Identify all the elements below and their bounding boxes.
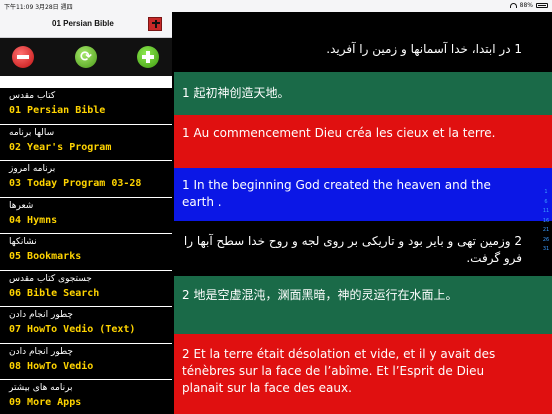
verse-text: 1 起初神创造天地。: [182, 86, 290, 100]
verse-row[interactable]: 1 起初神创造天地。: [174, 72, 552, 115]
sidebar-item-label: 05 Bookmarks: [9, 251, 82, 262]
index-entry[interactable]: 1: [540, 188, 552, 198]
sidebar-item-howto-text[interactable]: چطور انجام دادن 07 HowTo Vedio (Text): [0, 307, 172, 344]
nav-title: 01 Persian Bible: [52, 19, 114, 28]
nav-header: 01 Persian Bible: [0, 12, 172, 38]
battery-icon: [536, 3, 548, 8]
sidebar-item-label: 09 More Apps: [9, 397, 82, 408]
sidebar-item-bible-search[interactable]: جستجوی کتاب مقدس 06 Bible Search: [0, 270, 172, 307]
status-time-date: 下午11:09 3月28日 週四: [4, 2, 73, 11]
sidebar-item-label-fa: برنامه امروز: [9, 164, 56, 174]
zoom-in-button[interactable]: [137, 46, 159, 68]
sidebar-item-years-program[interactable]: سالها برنامه 02 Year's Program: [0, 124, 172, 161]
status-time: 下午11:09: [4, 4, 34, 11]
sidebar-item-persian-bible[interactable]: کتاب مقدس 01 Persian Bible: [0, 88, 172, 125]
verse-text: 2 وزمین تهی و بایر بود و تاریکی بر روی ل…: [183, 234, 522, 265]
index-entry[interactable]: 6: [540, 198, 552, 208]
sidebar-item-today-program[interactable]: برنامه امروز 03 Today Program 03-28: [0, 161, 172, 198]
sidebar-item-label: 03 Today Program 03-28: [9, 178, 142, 189]
sidebar-item-more-apps[interactable]: برنامه های بیشتر 09 More Apps: [0, 380, 172, 414]
sidebar-item-bookmarks[interactable]: نشانکها 05 Bookmarks: [0, 234, 172, 271]
verse-row[interactable]: 1 Au commencement Dieu créa les cieux et…: [174, 115, 552, 168]
verse-list[interactable]: 1 در ابتدا، خدا آسمانها و زمین را آفرید.…: [174, 38, 552, 414]
sidebar-menu: کتاب مقدس 01 Persian Bible سالها برنامه …: [0, 88, 172, 414]
sidebar-item-label: 08 HowTo Vedio: [9, 360, 94, 372]
sidebar-item-label-fa: کتاب مقدس: [9, 91, 56, 101]
index-entry[interactable]: 11: [540, 207, 552, 217]
verse-row[interactable]: 1 In the beginning God created the heave…: [174, 168, 552, 221]
zoom-out-button[interactable]: [12, 46, 34, 68]
sidebar-item-label-fa: سالها برنامه: [9, 127, 55, 138]
sidebar-item-label-fa: نشانکها: [9, 237, 37, 247]
verse-text: 2 Et la terre était désolation et vide, …: [182, 347, 496, 395]
index-entry[interactable]: 31: [540, 245, 552, 255]
sidebar-item-label: 07 HowTo Vedio (Text): [9, 324, 136, 335]
sidebar-item-label: 01 Persian Bible: [9, 105, 106, 116]
sidebar-item-label-fa: چطور انجام دادن: [9, 310, 73, 320]
index-entry[interactable]: 16: [540, 217, 552, 227]
battery-percent: 88%: [519, 2, 533, 9]
bible-book-icon[interactable]: [148, 17, 162, 31]
status-indicators: 88%: [509, 2, 548, 9]
verse-row[interactable]: 2 وزمین تهی و بایر بود و تاریکی بر روی ل…: [174, 221, 552, 276]
verses-header: [174, 12, 552, 38]
verse-text: 1 در ابتدا، خدا آسمانها و زمین را آفرید.: [326, 42, 522, 56]
verse-text: 1 Au commencement Dieu créa les cieux et…: [182, 126, 496, 140]
verse-text: 1 In the beginning God created the heave…: [182, 178, 491, 209]
verse-row[interactable]: 2 Et la terre était désolation et vide, …: [174, 334, 552, 414]
sidebar-item-label-fa: شعرها: [9, 200, 34, 211]
sidebar-item-label-fa: برنامه های بیشتر: [9, 383, 73, 393]
status-bar: 下午11:09 3月28日 週四 88%: [0, 0, 552, 12]
sidebar-item-hymns[interactable]: شعرها 04 Hymns: [0, 197, 172, 234]
verse-text: 2 地是空虚混沌，渊面黑暗，神的灵运行在水面上。: [182, 288, 458, 302]
sidebar-item-label: 06 Bible Search: [9, 287, 100, 299]
verse-row[interactable]: 1 در ابتدا، خدا آسمانها و زمین را آفرید.: [174, 38, 552, 72]
sidebar-item-label-fa: جستجوی کتاب مقدس: [9, 273, 92, 284]
sidebar-item-label: 04 Hymns: [9, 214, 58, 226]
sidebar-item-label-fa: چطور انجام دادن: [9, 346, 73, 357]
sidebar-item-label: 02 Year's Program: [9, 141, 112, 153]
index-entry[interactable]: 26: [540, 236, 552, 246]
verse-index[interactable]: 1 6 11 16 21 26 31: [540, 188, 552, 264]
sidebar-item-howto-video[interactable]: چطور انجام دادن 08 HowTo Vedio: [0, 343, 172, 380]
sidebar: 01 Persian Bible کتاب مقدس 01 Persian Bi…: [0, 12, 172, 414]
verse-row[interactable]: 2 地是空虚混沌，渊面黑暗，神的灵运行在水面上。: [174, 276, 552, 334]
refresh-button[interactable]: [75, 46, 97, 68]
index-entry[interactable]: 21: [540, 226, 552, 236]
status-date: 3月28日 週四: [35, 4, 73, 11]
toolbar: [0, 38, 172, 76]
wifi-icon: [509, 3, 517, 8]
